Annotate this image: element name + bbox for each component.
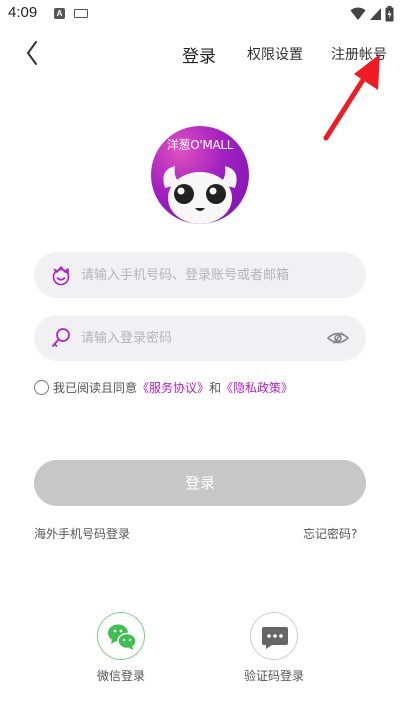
signal-icon: [370, 8, 381, 20]
wechat-login-label: 微信登录: [96, 669, 145, 683]
sms-login-label: 验证码登录: [243, 669, 304, 683]
status-icons: [350, 5, 394, 23]
agreement-and: 和: [209, 380, 222, 395]
sms-circle: [250, 612, 298, 660]
agreement-checkbox[interactable]: [34, 379, 49, 395]
account-field: [34, 252, 366, 298]
user-crown-icon: [52, 266, 70, 286]
forgot-password-link[interactable]: 忘记密码?: [303, 525, 357, 542]
eye-hidden-icon[interactable]: [326, 328, 350, 348]
keyboard-icon: [74, 9, 88, 18]
page-title: 登录: [182, 47, 216, 67]
status-time: 4:09: [8, 4, 38, 21]
key-icon: [52, 328, 70, 347]
password-field: [34, 315, 366, 361]
wifi-icon: [350, 7, 366, 20]
battery-icon: [385, 6, 394, 22]
service-agreement-link[interactable]: 《服务协议》: [137, 379, 209, 396]
notification-a-icon: A: [54, 8, 65, 19]
sms-code-login-button[interactable]: 验证码登录: [226, 612, 322, 684]
wechat-login-button[interactable]: 微信登录: [73, 612, 169, 684]
back-icon[interactable]: [22, 38, 46, 68]
login-button[interactable]: 登录: [34, 460, 366, 506]
wechat-circle: [97, 612, 145, 660]
privacy-policy-link[interactable]: 《隐私政策》: [221, 379, 293, 396]
agreement-prefix: 我已阅读且同意: [53, 380, 138, 395]
annotation-arrow-icon: [323, 54, 380, 141]
status-bar: 4:09 A: [0, 0, 400, 28]
mascot-icon: [163, 166, 237, 224]
app-logo: 洋葱O'MALL: [151, 126, 249, 224]
register-account-link[interactable]: 注册帐号: [331, 44, 387, 64]
agreement-row: 我已阅读且同意 《服务协议》 和 《隐私政策》: [34, 377, 293, 397]
permissions-settings-link[interactable]: 权限设置: [247, 44, 303, 64]
account-input[interactable]: [81, 252, 321, 298]
message-icon: [262, 627, 288, 649]
wechat-icon: [108, 624, 137, 650]
overseas-login-link[interactable]: 海外手机号码登录: [34, 525, 130, 542]
password-input[interactable]: [81, 315, 321, 361]
